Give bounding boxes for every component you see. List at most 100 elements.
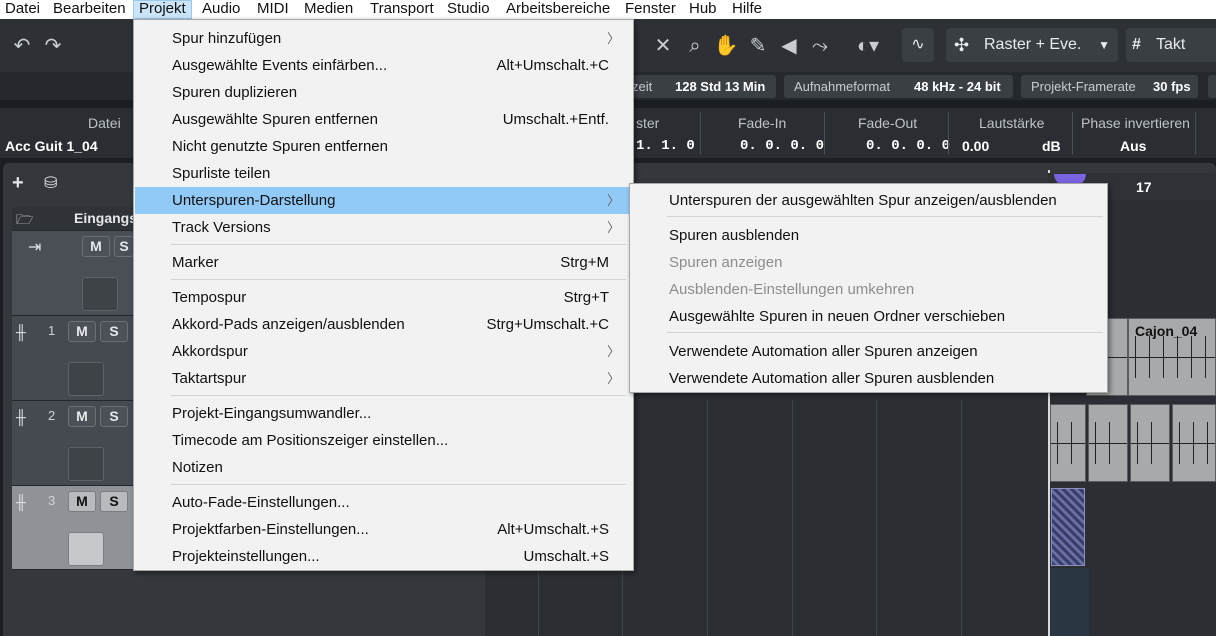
menu-hilfe[interactable]: Hilfe xyxy=(727,0,767,19)
menu-transport[interactable]: Transport xyxy=(365,0,439,19)
menu-shortcut: Umschalt.+Entf. xyxy=(502,111,609,128)
menu-audio[interactable]: Audio xyxy=(197,0,245,19)
solo-button[interactable]: S xyxy=(100,406,128,427)
ruler-bar-number: 17 xyxy=(1136,179,1152,195)
menu-midi[interactable]: MIDI xyxy=(252,0,294,19)
menu-item-akkord-pads[interactable]: Akkord-Pads anzeigen/ausblenden Strg+Umsc… xyxy=(135,311,632,338)
track-row[interactable]: ╫ 2 M S xyxy=(12,401,134,486)
mute-button[interactable]: M xyxy=(68,406,96,427)
volume-unit: dB xyxy=(1042,138,1061,154)
record-enable-button[interactable] xyxy=(68,532,104,566)
mute-button[interactable]: M xyxy=(68,321,96,342)
empty-event[interactable] xyxy=(1051,488,1085,566)
menu-label: Nicht genutzte Spuren entfernen xyxy=(172,138,388,155)
record-enable-button[interactable] xyxy=(68,447,104,481)
record-enable-button[interactable] xyxy=(82,277,118,311)
menu-bearbeiten[interactable]: Bearbeiten xyxy=(48,0,131,19)
record-enable-button[interactable] xyxy=(68,362,104,396)
menu-item-ungenutzte-spuren-entfernen[interactable]: Nicht genutzte Spuren entfernen xyxy=(135,133,632,160)
event-name: Cajon_04 xyxy=(1135,323,1198,339)
input-track[interactable]: ⇥ M S xyxy=(12,231,134,316)
redo-icon[interactable]: ↷ xyxy=(40,33,66,59)
speaker-tool-icon[interactable]: ◀ xyxy=(776,33,802,59)
menu-label: Akkord-Pads anzeigen/ausblenden xyxy=(172,316,405,333)
menu-shortcut: Alt+Umschalt.+S xyxy=(497,521,609,538)
submenu-item-in-ordner-verschieben[interactable]: Ausgewählte Spuren in neuen Ordner versc… xyxy=(631,303,1106,330)
mute-button[interactable]: M xyxy=(82,236,110,257)
menu-item-notizen[interactable]: Notizen xyxy=(135,454,632,481)
folder-header[interactable]: 🗁 Eingangs xyxy=(12,207,137,231)
record-format-chip[interactable]: Aufnahmeformat 48 kHz - 24 bit xyxy=(784,75,1013,98)
color-tool-icon[interactable]: ◐▾ xyxy=(845,33,891,59)
menu-item-eingangsumwandler[interactable]: Projekt-Eingangsumwandler... xyxy=(135,400,632,427)
menu-label: Projektfarben-Einstellungen... xyxy=(172,521,369,538)
menu-item-projekteinstellungen[interactable]: Projekteinstellungen... Umschalt.+S xyxy=(135,543,632,570)
menu-bar: Datei Bearbeiten Projekt Audio MIDI Medi… xyxy=(0,0,1216,19)
mute-button[interactable]: M xyxy=(68,491,96,512)
fadeout-value[interactable]: 0. 0. 0. 0 xyxy=(866,138,950,154)
phase-value[interactable]: Aus xyxy=(1120,138,1146,154)
menu-item-marker[interactable]: Marker Strg+M xyxy=(135,249,632,276)
divider xyxy=(1195,112,1196,154)
menu-hub[interactable]: Hub xyxy=(684,0,722,19)
menu-projekt[interactable]: Projekt xyxy=(133,0,192,19)
menu-fenster[interactable]: Fenster xyxy=(620,0,681,19)
menu-studio[interactable]: Studio xyxy=(442,0,495,19)
submenu-item-automation-anzeigen[interactable]: Verwendete Automation aller Spuren anzei… xyxy=(631,338,1106,365)
menu-datei[interactable]: Datei xyxy=(0,0,45,19)
submenu-item-spuren-ausblenden[interactable]: Spuren ausblenden xyxy=(631,222,1106,249)
undo-icon[interactable]: ↶ xyxy=(9,33,35,59)
waveform-peak xyxy=(1163,335,1164,379)
audio-event[interactable] xyxy=(1172,404,1216,482)
hand-tool-icon[interactable]: ✋ xyxy=(713,33,739,59)
menu-item-spur-hinzufuegen[interactable]: Spur hinzufügen 〉 xyxy=(135,25,632,52)
menu-item-tempospur[interactable]: Tempospur Strg+T xyxy=(135,284,632,311)
track-row-selected[interactable]: ╫ 3 M S xyxy=(12,486,134,570)
menu-item-track-versions[interactable]: Track Versions 〉 xyxy=(135,214,632,241)
automation-mode-icon[interactable]: ∿ xyxy=(902,28,934,62)
menu-item-projektfarben[interactable]: Projektfarben-Einstellungen... Alt+Umscha… xyxy=(135,516,632,543)
warp-tool-icon[interactable]: ⤳ xyxy=(807,33,833,59)
menu-item-spurliste-teilen[interactable]: Spurliste teilen xyxy=(135,160,632,187)
audio-track-icon: ╫ xyxy=(16,409,26,425)
waveform-peak xyxy=(1205,335,1206,379)
audio-event[interactable] xyxy=(1088,404,1128,482)
folder-add-icon[interactable]: ⛁ xyxy=(44,173,57,193)
file-value[interactable]: Acc Guit 1_04 xyxy=(5,138,98,154)
menu-label: Projekt-Eingangsumwandler... xyxy=(172,405,372,422)
zoom-tool-icon[interactable]: ⌕ xyxy=(682,33,708,59)
menu-item-auto-fade[interactable]: Auto-Fade-Einstellungen... xyxy=(135,489,632,516)
delete-tool-icon[interactable]: ✕ xyxy=(650,33,676,59)
pencil-tool-icon[interactable]: ✎ xyxy=(745,33,771,59)
add-track-icon[interactable]: + xyxy=(12,172,24,195)
menu-arbeitsbereiche[interactable]: Arbeitsbereiche xyxy=(501,0,615,19)
volume-value[interactable]: 0.00 xyxy=(962,138,989,154)
grid-type-select[interactable]: # Takt xyxy=(1126,28,1216,62)
project-menu: Spur hinzufügen 〉 Ausgewählte Events einf… xyxy=(133,19,634,571)
fadein-value[interactable]: 0. 0. 0. 0 xyxy=(740,138,824,154)
menu-item-spuren-entfernen[interactable]: Ausgewählte Spuren entfernen Umschalt.+En… xyxy=(135,106,632,133)
solo-button[interactable]: S xyxy=(100,321,128,342)
menu-item-akkordspur[interactable]: Akkordspur 〉 xyxy=(135,338,632,365)
menu-item-events-einfaerben[interactable]: Ausgewählte Events einfärben... Alt+Umsch… xyxy=(135,52,632,79)
audio-event[interactable] xyxy=(1050,404,1086,482)
menu-item-unterspuren-darstellung[interactable]: Unterspuren-Darstellung 〉 xyxy=(135,187,632,214)
solo-button[interactable]: S xyxy=(100,491,128,512)
menu-item-taktartspur[interactable]: Taktartspur 〉 xyxy=(135,365,632,392)
audio-event[interactable] xyxy=(1130,404,1170,482)
menu-medien[interactable]: Medien xyxy=(299,0,358,19)
menu-item-timecode[interactable]: Timecode am Positionszeiger einstellen..… xyxy=(135,427,632,454)
submenu-item-automation-ausblenden[interactable]: Verwendete Automation aller Spuren ausbl… xyxy=(631,365,1106,392)
submenu-item-unterspuren-anzeigen[interactable]: Unterspuren der ausgewählten Spur anzeig… xyxy=(631,187,1106,214)
snap-type-select[interactable]: ✣ Raster + Eve. ▼ xyxy=(946,28,1118,62)
track-row[interactable]: ╫ 1 M S xyxy=(12,316,134,401)
audio-track-icon: ╫ xyxy=(16,324,26,340)
file-label: Datei xyxy=(88,115,121,131)
framerate-chip[interactable]: Projekt-Framerate 30 fps xyxy=(1021,75,1198,98)
snap-value[interactable]: 1. 1. 0 xyxy=(636,138,695,154)
menu-label: Notizen xyxy=(172,459,223,476)
menu-label: Spurliste teilen xyxy=(172,165,271,182)
menu-item-spuren-duplizieren[interactable]: Spuren duplizieren xyxy=(135,79,632,106)
solo-button[interactable]: S xyxy=(114,236,134,257)
audio-event[interactable]: Cajon_04 xyxy=(1128,318,1216,396)
